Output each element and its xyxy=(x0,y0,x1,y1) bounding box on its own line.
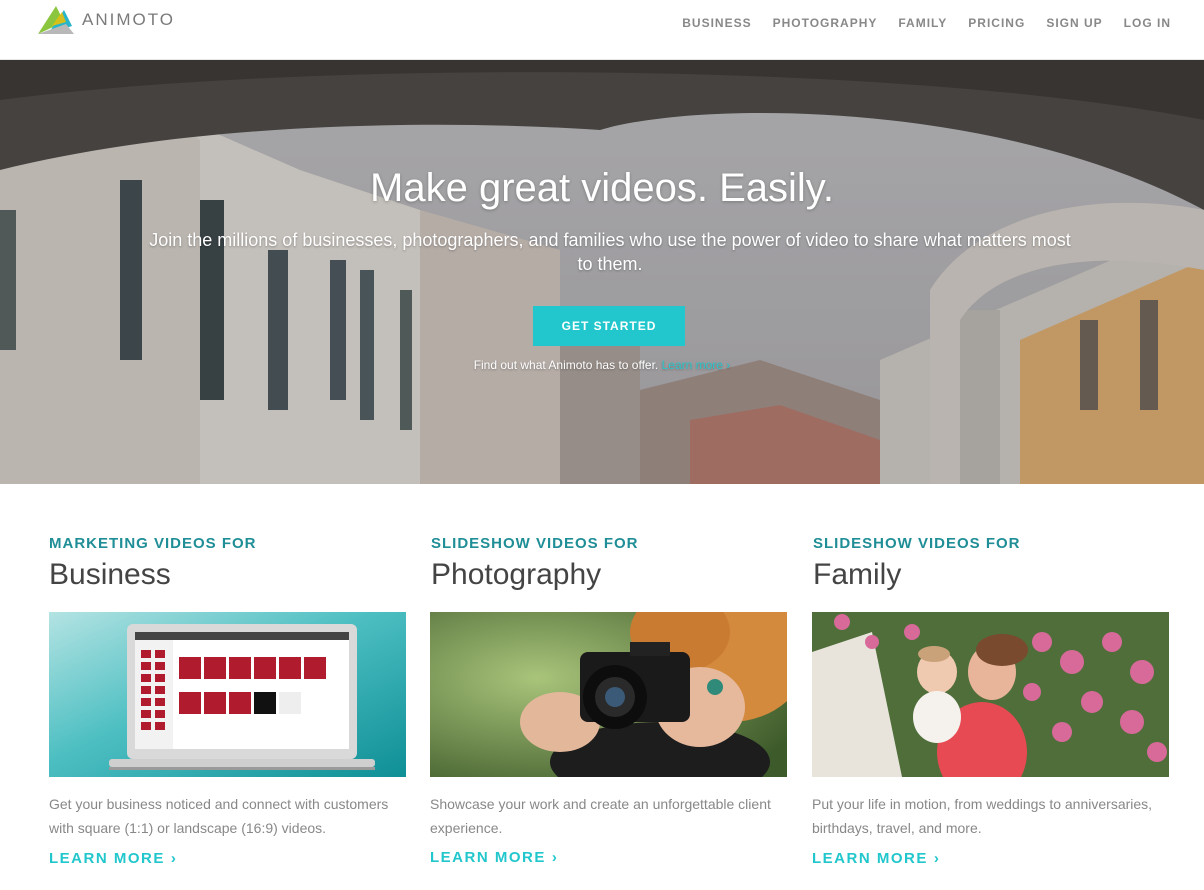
card-kicker: SLIDESHOW VIDEOS FOR xyxy=(813,535,1021,552)
chevron-right-icon: › xyxy=(551,849,559,866)
main-nav: BUSINESS PHOTOGRAPHY FAMILY PRICING SIGN… xyxy=(661,16,1171,30)
card-family: SLIDESHOW VIDEOS FOR Family Put your lif… xyxy=(812,535,1171,867)
learn-more-link[interactable]: Learn more › xyxy=(662,358,731,372)
chevron-right-icon: › xyxy=(170,850,178,867)
nav-log-in[interactable]: LOG IN xyxy=(1124,16,1171,30)
hero-offer: Find out what Animoto has to offer. Lear… xyxy=(0,358,1204,372)
hero-subtitle: Join the millions of businesses, photogr… xyxy=(149,230,1071,274)
card-kicker: MARKETING VIDEOS FOR xyxy=(49,535,257,552)
get-started-button[interactable]: GET STARTED xyxy=(533,306,685,346)
brand-name: ANIMOTO xyxy=(82,10,176,29)
nav-photography[interactable]: PHOTOGRAPHY xyxy=(773,16,878,30)
card-title: Family xyxy=(813,558,902,591)
card-title: Business xyxy=(49,558,171,591)
card-link-label: LEARN MORE xyxy=(49,850,165,867)
card-description: Showcase your work and create an unforge… xyxy=(430,796,771,836)
family-photo xyxy=(812,612,1169,777)
card-kicker: SLIDESHOW VIDEOS FOR xyxy=(431,535,639,552)
nav-business[interactable]: BUSINESS xyxy=(682,16,751,30)
nav-family[interactable]: FAMILY xyxy=(898,16,947,30)
laptop-illustration xyxy=(49,612,406,777)
hero-section: Make great videos. Easily. Join the mill… xyxy=(0,60,1204,484)
learn-more-business-link[interactable]: LEARN MORE › xyxy=(49,850,177,867)
card-link-label: LEARN MORE xyxy=(812,850,928,867)
card-link-label: LEARN MORE xyxy=(430,849,546,866)
card-description: Put your life in motion, from weddings t… xyxy=(812,796,1153,836)
animoto-logo-icon xyxy=(38,6,74,34)
card-description: Get your business noticed and connect wi… xyxy=(49,796,389,836)
nav-sign-up[interactable]: SIGN UP xyxy=(1046,16,1102,30)
chevron-right-icon: › xyxy=(933,850,941,867)
business-image[interactable] xyxy=(49,612,406,777)
card-title: Photography xyxy=(431,558,602,591)
learn-more-family-link[interactable]: LEARN MORE › xyxy=(812,850,940,867)
photography-image[interactable] xyxy=(430,612,787,777)
family-image[interactable] xyxy=(812,612,1169,777)
card-photography: SLIDESHOW VIDEOS FOR Photography Showcas… xyxy=(430,535,789,866)
hero-title: Make great videos. Easily. xyxy=(370,166,834,210)
camera-photo xyxy=(430,612,787,777)
nav-pricing[interactable]: PRICING xyxy=(968,16,1025,30)
offer-text: Find out what Animoto has to offer. xyxy=(473,358,659,372)
site-header: ANIMOTO BUSINESS PHOTOGRAPHY FAMILY PRIC… xyxy=(0,0,1204,60)
learn-more-photography-link[interactable]: LEARN MORE › xyxy=(430,849,558,866)
brand-logo[interactable]: ANIMOTO xyxy=(36,4,175,36)
card-business: MARKETING VIDEOS FOR Business Get your b… xyxy=(49,535,407,867)
